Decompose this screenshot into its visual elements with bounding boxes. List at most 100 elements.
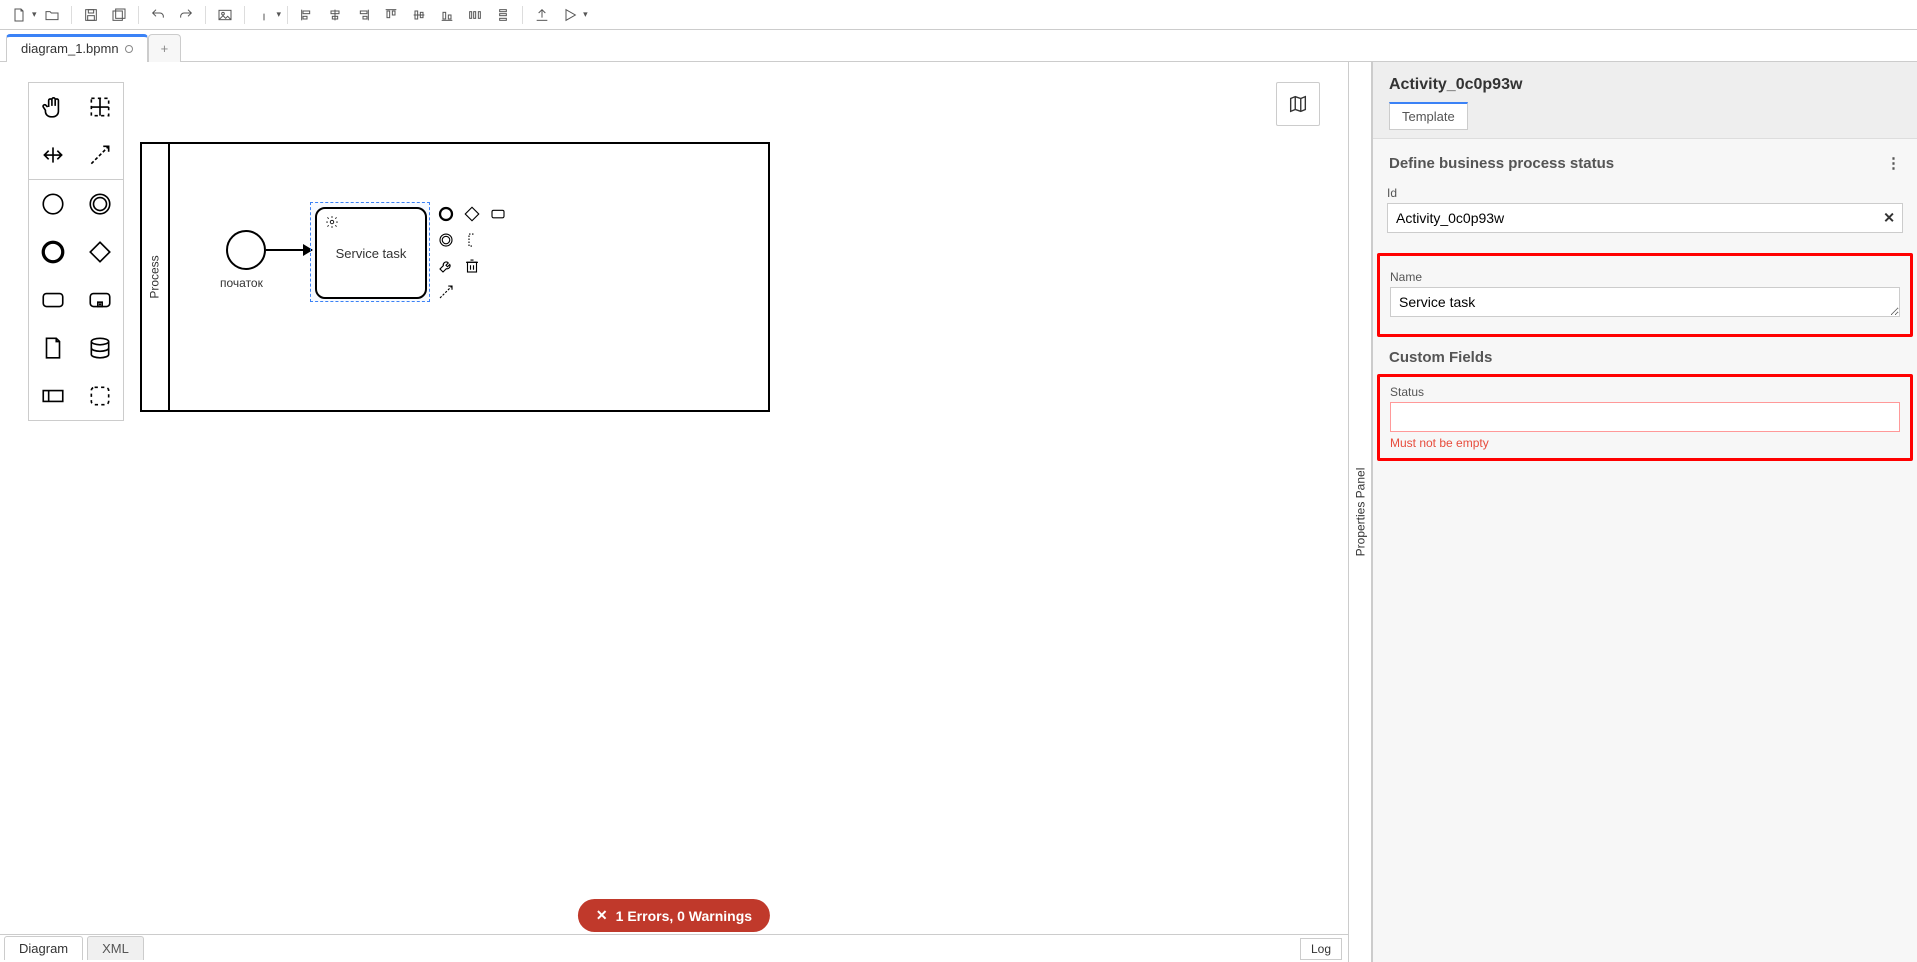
properties-panel-handle[interactable]: Properties Panel	[1348, 62, 1372, 962]
image-button[interactable]	[212, 3, 238, 27]
field-id: Id ✕	[1387, 186, 1903, 233]
canvas[interactable]: Process початок Service task	[0, 62, 1348, 962]
section-define-status: Define business process status ⋮ Id ✕	[1373, 139, 1917, 251]
footer-tab-diagram[interactable]: Diagram	[4, 936, 83, 960]
file-tabs: diagram_1.bpmn +	[0, 30, 1917, 62]
gear-icon	[325, 215, 339, 229]
close-icon: ✕	[596, 907, 608, 924]
distribute-v-button[interactable]	[490, 3, 516, 27]
data-object-tool[interactable]	[29, 324, 76, 372]
separator	[244, 6, 245, 24]
end-event-tool[interactable]	[29, 228, 76, 276]
dirty-indicator-icon	[125, 45, 133, 53]
paint-button[interactable]	[251, 3, 277, 27]
save-all-button[interactable]	[106, 3, 132, 27]
status-label: Status	[1390, 385, 1900, 399]
save-button[interactable]	[78, 3, 104, 27]
properties-title: Activity_0c0p93w	[1389, 76, 1901, 94]
status-error: Must not be empty	[1390, 436, 1900, 450]
clear-id-icon[interactable]: ✕	[1883, 210, 1895, 227]
errors-text: 1 Errors, 0 Warnings	[616, 908, 752, 924]
context-pad	[434, 202, 510, 304]
run-caret[interactable]: ▾	[583, 9, 588, 20]
ctx-annotation[interactable]	[460, 228, 484, 252]
intermediate-event-tool[interactable]	[76, 180, 123, 228]
hand-tool[interactable]	[29, 83, 76, 131]
lasso-tool[interactable]	[76, 83, 123, 131]
section-title: Custom Fields	[1389, 349, 1492, 366]
tab-template[interactable]: Template	[1389, 102, 1468, 130]
task-label: Service task	[336, 246, 407, 261]
file-tab-diagram1[interactable]: diagram_1.bpmn	[6, 34, 148, 62]
ctx-delete[interactable]	[460, 254, 484, 278]
open-file-button[interactable]	[39, 3, 65, 27]
footer-tabs: Diagram XML Log	[0, 934, 1348, 962]
top-toolbar: ▾ ▾ ▾	[0, 0, 1917, 30]
name-input[interactable]	[1390, 287, 1900, 317]
palette	[28, 82, 124, 421]
separator	[138, 6, 139, 24]
errors-pill[interactable]: ✕ 1 Errors, 0 Warnings	[578, 899, 770, 932]
deploy-button[interactable]	[529, 3, 555, 27]
lane[interactable]: початок Service task	[170, 144, 768, 410]
separator	[522, 6, 523, 24]
task-tool[interactable]	[29, 276, 76, 324]
ctx-end-event[interactable]	[434, 202, 458, 226]
gateway-tool[interactable]	[76, 228, 123, 276]
align-right-button[interactable]	[350, 3, 376, 27]
connect-tool[interactable]	[76, 131, 123, 179]
task-selection: Service task	[310, 202, 430, 302]
new-file-button[interactable]	[6, 3, 32, 27]
file-tab-label: diagram_1.bpmn	[21, 41, 119, 56]
service-task[interactable]: Service task	[315, 207, 427, 299]
align-left-button[interactable]	[294, 3, 320, 27]
field-status: Status Must not be empty	[1390, 385, 1900, 450]
pool[interactable]: Process початок Service task	[140, 142, 770, 412]
undo-button[interactable]	[145, 3, 171, 27]
main-area: Process початок Service task	[0, 62, 1917, 962]
id-input[interactable]	[1387, 203, 1903, 233]
ctx-task[interactable]	[486, 202, 510, 226]
separator	[71, 6, 72, 24]
ctx-wrench[interactable]	[434, 254, 458, 278]
pool-tool[interactable]	[29, 372, 76, 420]
section-menu-icon[interactable]: ⋮	[1886, 156, 1901, 171]
name-label: Name	[1390, 270, 1900, 284]
align-center-h-button[interactable]	[322, 3, 348, 27]
align-bottom-button[interactable]	[434, 3, 460, 27]
run-button[interactable]	[557, 3, 583, 27]
start-event-label[interactable]: початок	[220, 276, 263, 290]
separator	[205, 6, 206, 24]
footer-tab-xml[interactable]: XML	[87, 936, 144, 960]
properties-panel: Activity_0c0p93w Template Define busines…	[1372, 62, 1917, 962]
section-custom-fields: Custom Fields	[1373, 339, 1917, 372]
id-label: Id	[1387, 186, 1903, 200]
section-title: Define business process status	[1389, 155, 1614, 172]
group-tool[interactable]	[76, 372, 123, 420]
distribute-h-button[interactable]	[462, 3, 488, 27]
subprocess-tool[interactable]	[76, 276, 123, 324]
start-event[interactable]	[226, 230, 266, 270]
add-tab-button[interactable]: +	[148, 34, 182, 62]
ctx-intermediate-event[interactable]	[434, 228, 458, 252]
field-name: Name	[1390, 270, 1900, 320]
properties-header: Activity_0c0p93w Template	[1373, 62, 1917, 139]
align-top-button[interactable]	[378, 3, 404, 27]
align-center-v-button[interactable]	[406, 3, 432, 27]
ctx-gateway[interactable]	[460, 202, 484, 226]
start-event-tool[interactable]	[29, 180, 76, 228]
highlight-status: Status Must not be empty	[1377, 374, 1913, 461]
pool-label[interactable]: Process	[142, 144, 170, 410]
data-store-tool[interactable]	[76, 324, 123, 372]
ctx-connect[interactable]	[434, 280, 458, 304]
new-file-caret[interactable]: ▾	[32, 9, 37, 20]
separator	[287, 6, 288, 24]
highlight-name: Name	[1377, 253, 1913, 337]
log-button[interactable]: Log	[1300, 938, 1342, 960]
minimap-toggle[interactable]	[1276, 82, 1320, 126]
paint-caret[interactable]: ▾	[277, 9, 282, 20]
space-tool[interactable]	[29, 131, 76, 179]
redo-button[interactable]	[173, 3, 199, 27]
status-input[interactable]	[1390, 402, 1900, 432]
sequence-flow[interactable]	[266, 249, 312, 251]
